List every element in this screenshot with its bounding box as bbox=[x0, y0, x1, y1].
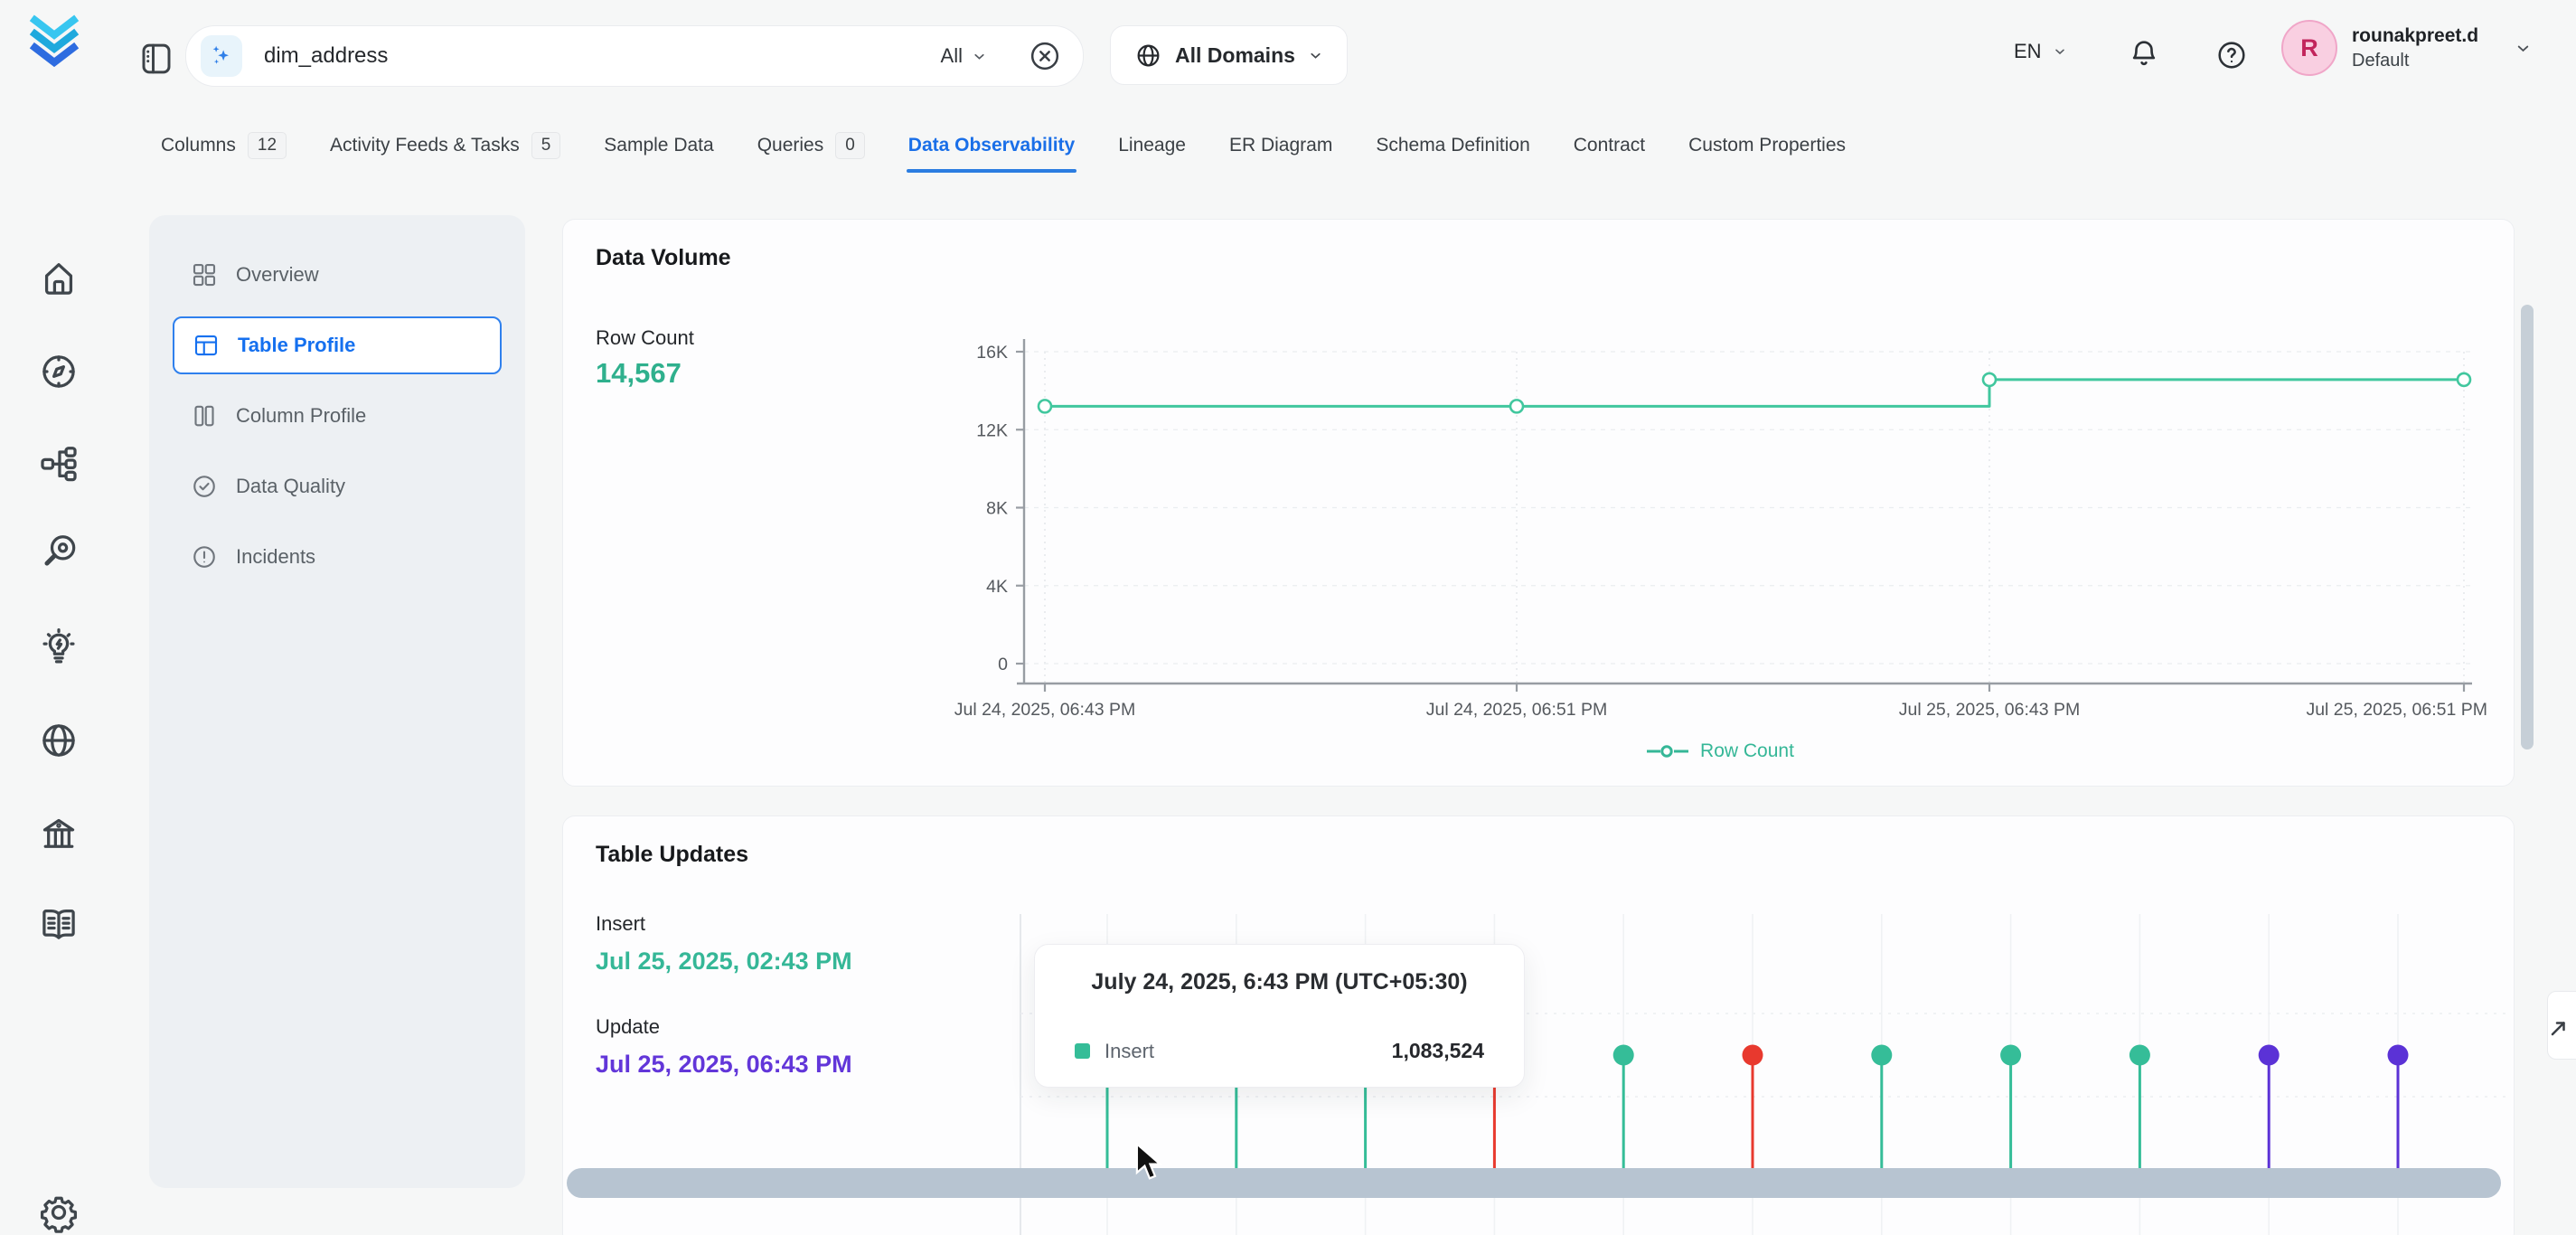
rail-govern-icon[interactable] bbox=[38, 814, 80, 855]
sidebar-item-label: Table Profile bbox=[238, 334, 355, 357]
search-scope-value: All bbox=[941, 44, 963, 68]
user-name: rounakpreet.d bbox=[2352, 24, 2478, 48]
help-icon[interactable] bbox=[2214, 38, 2249, 72]
rail-insights-icon[interactable] bbox=[38, 627, 80, 668]
horizontal-scrollbar[interactable] bbox=[567, 1168, 2501, 1198]
chevron-down-icon bbox=[1308, 48, 1323, 63]
global-search[interactable]: dim_address All bbox=[185, 25, 1084, 87]
sidebar-item-label: Data Quality bbox=[236, 475, 345, 498]
legend-line-marker-icon bbox=[1646, 744, 1689, 759]
chevron-down-icon bbox=[2053, 44, 2067, 59]
tooltip-series-swatch bbox=[1075, 1043, 1090, 1059]
chevron-down-icon bbox=[972, 49, 987, 64]
chart-tooltip: July 24, 2025, 6:43 PM (UTC+05:30) Inser… bbox=[1034, 944, 1525, 1088]
svg-text:0: 0 bbox=[998, 655, 1008, 674]
entity-tabs: Columns12 Activity Feeds & Tasks5 Sample D… bbox=[161, 121, 1846, 170]
app-screen: dim_address All All Domains EN bbox=[0, 0, 2576, 1235]
chevron-down-icon bbox=[2515, 40, 2532, 57]
tab-sample-data[interactable]: Sample Data bbox=[604, 121, 713, 170]
user-team: Default bbox=[2352, 49, 2478, 72]
search-clear-icon[interactable] bbox=[1027, 38, 1063, 74]
tab-lineage[interactable]: Lineage bbox=[1118, 121, 1186, 170]
row-count-chart[interactable]: 0 4K 8K 12K 16K Jul 24, 2025, 06:43 PM Jul 24,… bbox=[925, 319, 2515, 753]
svg-text:Jul 24, 2025, 06:51 PM: Jul 24, 2025, 06:51 PM bbox=[1426, 700, 1608, 720]
avatar: R bbox=[2281, 20, 2337, 76]
sidebar-toggle-icon[interactable] bbox=[137, 40, 175, 78]
chart-legend[interactable]: Row Count bbox=[925, 740, 2515, 762]
language-label: EN bbox=[2014, 40, 2042, 63]
rail-explore-icon[interactable] bbox=[38, 351, 80, 392]
user-menu[interactable]: R rounakpreet.d Default bbox=[2281, 20, 2532, 76]
data-volume-title: Data Volume bbox=[596, 245, 731, 271]
svg-text:Jul 24, 2025, 06:43 PM: Jul 24, 2025, 06:43 PM bbox=[954, 700, 1136, 720]
sidebar-item-data-quality[interactable]: Data Quality bbox=[173, 457, 502, 515]
alert-icon bbox=[191, 543, 218, 570]
rail-domains-icon[interactable] bbox=[38, 720, 80, 761]
tooltip-series-value: 1,083,524 bbox=[1392, 1039, 1484, 1063]
left-rail bbox=[0, 118, 118, 1235]
data-volume-card: Data Volume Row Count 14,567 0 4K 8K 12K 16K… bbox=[562, 219, 2515, 787]
language-dropdown[interactable]: EN bbox=[2014, 40, 2067, 63]
svg-text:Jul 25, 2025, 06:51 PM: Jul 25, 2025, 06:51 PM bbox=[2306, 700, 2487, 720]
tab-count-badge: 5 bbox=[531, 132, 561, 159]
sidebar-item-incidents[interactable]: Incidents bbox=[173, 528, 502, 586]
expand-panel-icon[interactable] bbox=[2547, 991, 2576, 1060]
rail-discovery-icon[interactable] bbox=[38, 532, 80, 573]
columns-icon bbox=[191, 402, 218, 429]
rail-settings-icon[interactable] bbox=[38, 1192, 80, 1233]
notifications-bell-icon[interactable] bbox=[2126, 36, 2162, 72]
tab-contract[interactable]: Contract bbox=[1574, 121, 1645, 170]
sidebar-item-label: Incidents bbox=[236, 545, 315, 569]
legend-label: Row Count bbox=[1700, 740, 1794, 762]
ai-sparkle-icon bbox=[201, 35, 242, 77]
rail-home-icon[interactable] bbox=[38, 258, 80, 299]
row-count-label: Row Count bbox=[596, 326, 694, 350]
tooltip-series-label: Insert bbox=[1105, 1040, 1154, 1063]
vertical-scrollbar[interactable] bbox=[2521, 305, 2534, 749]
domains-dropdown[interactable]: All Domains bbox=[1110, 25, 1348, 85]
tooltip-title: July 24, 2025, 6:43 PM (UTC+05:30) bbox=[1062, 969, 1497, 995]
svg-text:16K: 16K bbox=[976, 343, 1008, 363]
check-icon bbox=[191, 473, 218, 500]
tab-activity-feeds-tasks[interactable]: Activity Feeds & Tasks5 bbox=[330, 121, 560, 170]
globe-icon bbox=[1134, 42, 1162, 70]
app-logo[interactable] bbox=[25, 14, 83, 67]
tab-custom-properties[interactable]: Custom Properties bbox=[1688, 121, 1846, 170]
svg-text:8K: 8K bbox=[986, 499, 1008, 519]
grid-icon bbox=[191, 261, 218, 288]
tab-data-observability[interactable]: Data Observability bbox=[908, 121, 1075, 170]
tab-count-badge: 0 bbox=[835, 132, 865, 159]
sidebar-item-column-profile[interactable]: Column Profile bbox=[173, 387, 502, 445]
tab-schema-definition[interactable]: Schema Definition bbox=[1376, 121, 1529, 170]
tab-count-badge: 12 bbox=[248, 132, 287, 159]
row-count-value: 14,567 bbox=[596, 357, 682, 390]
rail-lineage-icon[interactable] bbox=[38, 443, 80, 485]
svg-text:4K: 4K bbox=[986, 577, 1008, 597]
sidebar-item-overview[interactable]: Overview bbox=[173, 246, 502, 304]
tab-er-diagram[interactable]: ER Diagram bbox=[1229, 121, 1332, 170]
svg-text:Jul 25, 2025, 06:43 PM: Jul 25, 2025, 06:43 PM bbox=[1899, 700, 2081, 720]
search-scope-dropdown[interactable]: All bbox=[941, 44, 987, 68]
sidebar-item-label: Overview bbox=[236, 263, 319, 287]
tab-queries[interactable]: Queries0 bbox=[757, 121, 865, 170]
profiler-sidebar: Overview Table Profile Column Profile Da… bbox=[149, 215, 525, 1188]
search-input[interactable]: dim_address bbox=[264, 43, 388, 69]
rail-glossary-icon[interactable] bbox=[38, 904, 80, 946]
svg-text:12K: 12K bbox=[976, 420, 1008, 440]
tab-columns[interactable]: Columns12 bbox=[161, 121, 287, 170]
table-icon bbox=[193, 332, 220, 359]
sidebar-item-label: Column Profile bbox=[236, 404, 366, 428]
sidebar-item-table-profile[interactable]: Table Profile bbox=[173, 316, 502, 374]
domains-label: All Domains bbox=[1175, 43, 1295, 68]
